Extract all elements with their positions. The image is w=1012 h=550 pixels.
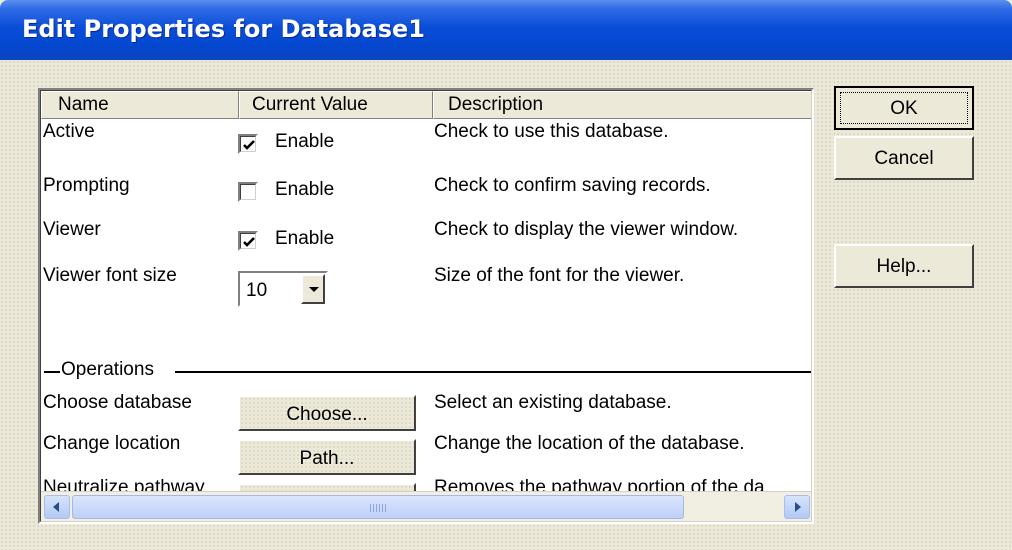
active-checkbox[interactable] <box>238 134 258 154</box>
property-row-prompting: Prompting Enable Check to confirm saving… <box>41 165 811 211</box>
column-header-name[interactable]: Name <box>41 91 239 119</box>
ok-button[interactable]: OK <box>834 86 974 130</box>
column-header-label: Name <box>58 94 109 115</box>
operation-row-choose: Choose database Choose... Select an exis… <box>41 389 811 433</box>
property-description: Check to use this database. <box>434 121 669 142</box>
select-value: 10 <box>246 280 268 301</box>
operation-row-path: Change location Path... Change the locat… <box>41 433 811 477</box>
checkbox-label: Enable <box>275 179 335 200</box>
operations-group-header: Operations <box>41 359 811 383</box>
divider <box>44 371 60 373</box>
property-grid: Name Current Value Description Active En… <box>38 88 814 524</box>
arrow-right-icon[interactable] <box>784 495 810 519</box>
property-description: Size of the font for the viewer. <box>434 265 685 286</box>
property-description: Check to confirm saving records. <box>434 175 711 196</box>
property-name: Viewer font size <box>43 265 177 286</box>
group-label: Operations <box>61 359 154 380</box>
help-button[interactable]: Help... <box>834 244 974 288</box>
grip-icon <box>370 504 388 512</box>
chevron-down-icon[interactable] <box>301 274 325 304</box>
column-header-label: Current Value <box>252 94 368 115</box>
dialog-body: Name Current Value Description Active En… <box>0 60 1012 550</box>
property-name: Viewer <box>43 219 101 240</box>
button-label: Help... <box>876 256 932 277</box>
font-size-select[interactable]: 10 <box>238 271 328 307</box>
check-icon <box>243 237 255 247</box>
column-header-current-value[interactable]: Current Value <box>239 91 433 119</box>
property-row-viewer-font-size: Viewer font size 10 Size of the font for… <box>41 257 811 327</box>
property-name: Active <box>43 121 95 142</box>
property-row-viewer: Viewer Enable Check to display the viewe… <box>41 211 811 257</box>
column-header-label: Description <box>448 94 544 115</box>
path-button[interactable]: Path... <box>238 439 416 475</box>
property-description: Check to display the viewer window. <box>434 219 739 240</box>
operation-name: Choose database <box>43 392 192 413</box>
divider <box>175 371 811 373</box>
cancel-button[interactable]: Cancel <box>834 136 974 180</box>
check-icon <box>243 140 255 150</box>
grid-header: Name Current Value Description <box>41 91 811 119</box>
scrollbar-thumb[interactable] <box>72 495 684 519</box>
checkbox-label: Enable <box>275 131 335 152</box>
prompting-checkbox[interactable] <box>238 182 258 202</box>
arrow-left-icon[interactable] <box>44 495 70 519</box>
window-title: Edit Properties for Database1 <box>22 15 425 43</box>
title-bar[interactable]: Edit Properties for Database1 <box>0 0 1012 60</box>
column-header-description[interactable]: Description <box>433 91 811 119</box>
viewer-checkbox[interactable] <box>238 231 258 251</box>
operation-description: Select an existing database. <box>434 392 672 413</box>
operation-description: Change the location of the database. <box>434 433 745 454</box>
button-label: Cancel <box>874 148 934 169</box>
property-row-active: Active Enable Check to use this database… <box>41 119 811 165</box>
checkbox-label: Enable <box>275 228 335 249</box>
choose-button[interactable]: Choose... <box>238 395 416 431</box>
horizontal-scrollbar[interactable] <box>41 491 811 521</box>
focus-rect <box>840 92 968 124</box>
operation-name: Change location <box>43 433 181 454</box>
property-name: Prompting <box>43 175 130 196</box>
